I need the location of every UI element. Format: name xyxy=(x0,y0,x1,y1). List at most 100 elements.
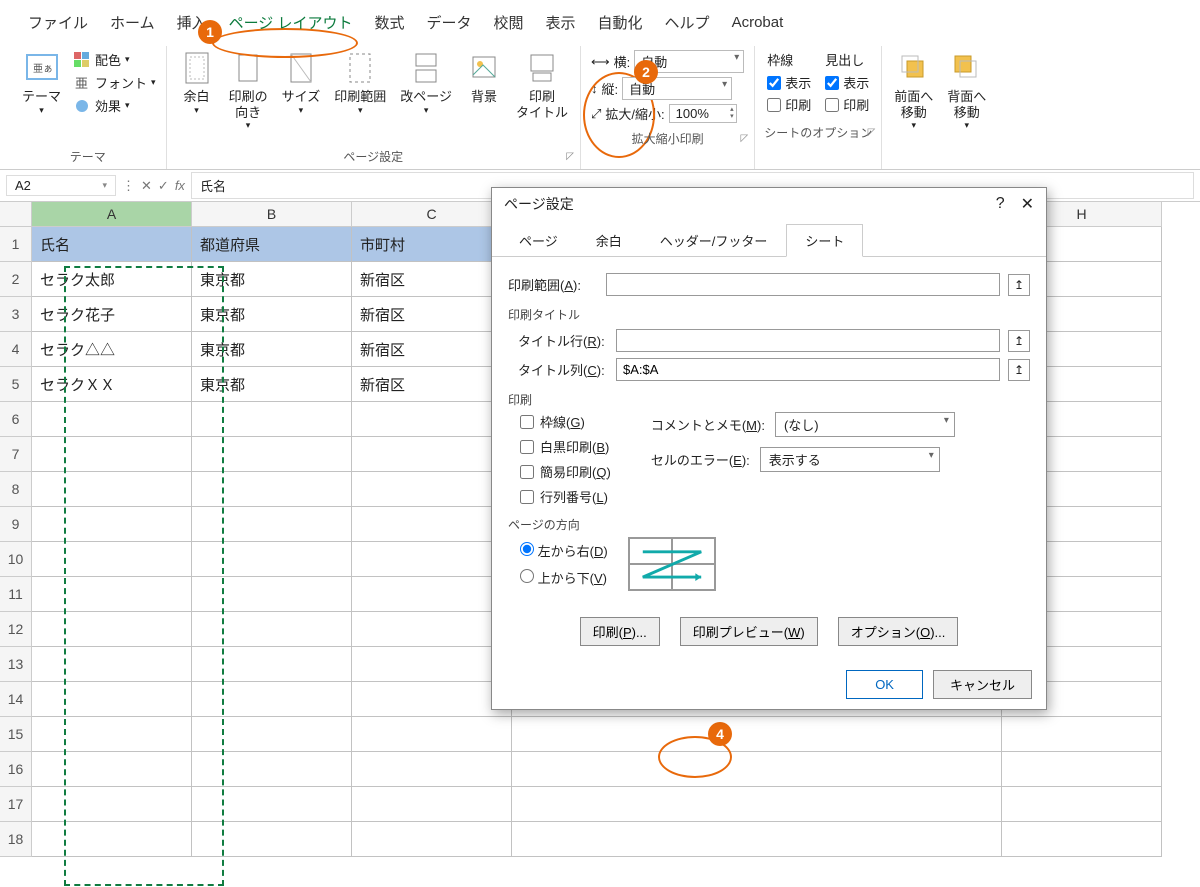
options-button[interactable]: オプション(O)... xyxy=(838,617,959,646)
cell[interactable] xyxy=(32,647,192,682)
cell[interactable] xyxy=(512,787,1002,822)
cell[interactable] xyxy=(192,612,352,647)
menu-file[interactable]: ファイル xyxy=(18,8,98,37)
fx-icon[interactable]: fx xyxy=(175,178,185,194)
cell[interactable] xyxy=(352,542,512,577)
dialog-close-icon[interactable]: ✕ xyxy=(1021,194,1034,214)
title-rows-ref-button[interactable]: ↥ xyxy=(1008,330,1030,352)
formula-confirm-icon[interactable]: ✓ xyxy=(158,178,169,194)
cell[interactable] xyxy=(32,542,192,577)
cell[interactable] xyxy=(32,682,192,717)
cell[interactable] xyxy=(32,822,192,857)
headings-print-checkbox[interactable]: 印刷 xyxy=(825,95,869,114)
cell[interactable] xyxy=(352,612,512,647)
cell[interactable] xyxy=(192,717,352,752)
row-header[interactable]: 17 xyxy=(0,787,32,822)
menu-formulas[interactable]: 数式 xyxy=(364,8,414,37)
cell[interactable] xyxy=(192,507,352,542)
gridlines-view-checkbox[interactable]: 表示 xyxy=(767,73,811,92)
cell[interactable] xyxy=(192,682,352,717)
cell[interactable] xyxy=(1002,787,1162,822)
orientation-button[interactable]: 印刷の 向き▾ xyxy=(223,48,274,143)
row-header[interactable]: 3 xyxy=(0,297,32,332)
cell[interactable] xyxy=(352,402,512,437)
black-white-checkbox[interactable]: 白黒印刷(B) xyxy=(520,437,611,456)
row-header[interactable]: 13 xyxy=(0,647,32,682)
errors-select[interactable]: 表示する xyxy=(760,447,940,472)
cell[interactable]: セラクＸＸ xyxy=(32,367,192,402)
cell[interactable] xyxy=(352,472,512,507)
cell[interactable] xyxy=(32,612,192,647)
row-header[interactable]: 15 xyxy=(0,717,32,752)
cancel-button[interactable]: キャンセル xyxy=(933,670,1032,699)
cell[interactable] xyxy=(32,507,192,542)
cell[interactable]: セラク太郎 xyxy=(32,262,192,297)
cell[interactable] xyxy=(192,542,352,577)
cell[interactable]: 新宿区 xyxy=(352,262,512,297)
left-to-right-radio[interactable]: 左から右(D) xyxy=(520,541,608,560)
cell[interactable]: 東京都 xyxy=(192,367,352,402)
dialog-help-icon[interactable]: ? xyxy=(996,195,1005,213)
cell[interactable] xyxy=(512,717,1002,752)
row-header[interactable]: 9 xyxy=(0,507,32,542)
menu-acrobat[interactable]: Acrobat xyxy=(722,10,794,35)
row-header[interactable]: 16 xyxy=(0,752,32,787)
headings-view-checkbox[interactable]: 表示 xyxy=(825,73,869,92)
cell[interactable] xyxy=(352,717,512,752)
tab-header-footer[interactable]: ヘッダー/フッター xyxy=(641,224,787,256)
row-header[interactable]: 18 xyxy=(0,822,32,857)
breaks-button[interactable]: 改ページ▾ xyxy=(394,48,458,143)
menu-home[interactable]: ホーム xyxy=(100,8,165,37)
page-setup-launcher[interactable]: ◸ xyxy=(566,151,574,162)
row-header[interactable]: 5 xyxy=(0,367,32,402)
row-header[interactable]: 2 xyxy=(0,262,32,297)
name-box[interactable]: A2 xyxy=(6,175,116,196)
title-rows-input[interactable] xyxy=(616,329,1000,352)
title-cols-ref-button[interactable]: ↥ xyxy=(1008,359,1030,381)
cell[interactable] xyxy=(192,437,352,472)
cell[interactable] xyxy=(32,472,192,507)
cell[interactable] xyxy=(1002,752,1162,787)
send-backward-button[interactable]: 背面へ 移動▾ xyxy=(941,48,992,143)
print-area-button[interactable]: 印刷範囲▾ xyxy=(328,48,392,143)
title-cols-input[interactable] xyxy=(616,358,1000,381)
select-all-corner[interactable] xyxy=(0,202,32,227)
cell[interactable]: 東京都 xyxy=(192,332,352,367)
col-header-C[interactable]: C xyxy=(352,202,512,227)
cell[interactable]: セラク△△ xyxy=(32,332,192,367)
cell[interactable] xyxy=(192,577,352,612)
cell[interactable] xyxy=(352,647,512,682)
menu-review[interactable]: 校閲 xyxy=(484,8,534,37)
row-header[interactable]: 10 xyxy=(0,542,32,577)
row-header[interactable]: 12 xyxy=(0,612,32,647)
scale-launcher[interactable]: ◸ xyxy=(741,133,749,144)
margins-button[interactable]: 余白▾ xyxy=(173,48,221,143)
top-to-bottom-radio[interactable]: 上から下(V) xyxy=(520,568,608,587)
col-header-B[interactable]: B xyxy=(192,202,352,227)
row-header[interactable]: 4 xyxy=(0,332,32,367)
cell[interactable] xyxy=(32,752,192,787)
comments-select[interactable]: (なし) xyxy=(775,412,955,437)
cell[interactable] xyxy=(1002,717,1162,752)
menu-view[interactable]: 表示 xyxy=(536,8,586,37)
cell[interactable] xyxy=(192,822,352,857)
size-button[interactable]: サイズ▾ xyxy=(276,48,327,143)
menu-data[interactable]: データ xyxy=(416,8,481,37)
cell[interactable] xyxy=(352,437,512,472)
cell[interactable] xyxy=(512,752,1002,787)
row-header[interactable]: 11 xyxy=(0,577,32,612)
sheet-options-launcher[interactable]: ◸ xyxy=(868,127,876,138)
cell[interactable] xyxy=(352,787,512,822)
print-button[interactable]: 印刷(P)... xyxy=(580,617,660,646)
draft-checkbox[interactable]: 簡易印刷(Q) xyxy=(520,462,611,481)
menu-automate[interactable]: 自動化 xyxy=(588,8,653,37)
formula-cancel-icon[interactable]: ✕ xyxy=(141,178,152,194)
col-header-A[interactable]: A xyxy=(32,202,192,227)
cell[interactable] xyxy=(32,717,192,752)
row-col-headers-checkbox[interactable]: 行列番号(L) xyxy=(520,487,611,506)
cell[interactable] xyxy=(192,402,352,437)
row-header[interactable]: 14 xyxy=(0,682,32,717)
menu-page-layout[interactable]: ページ レイアウト xyxy=(219,8,363,37)
cell[interactable] xyxy=(192,472,352,507)
row-header[interactable]: 6 xyxy=(0,402,32,437)
